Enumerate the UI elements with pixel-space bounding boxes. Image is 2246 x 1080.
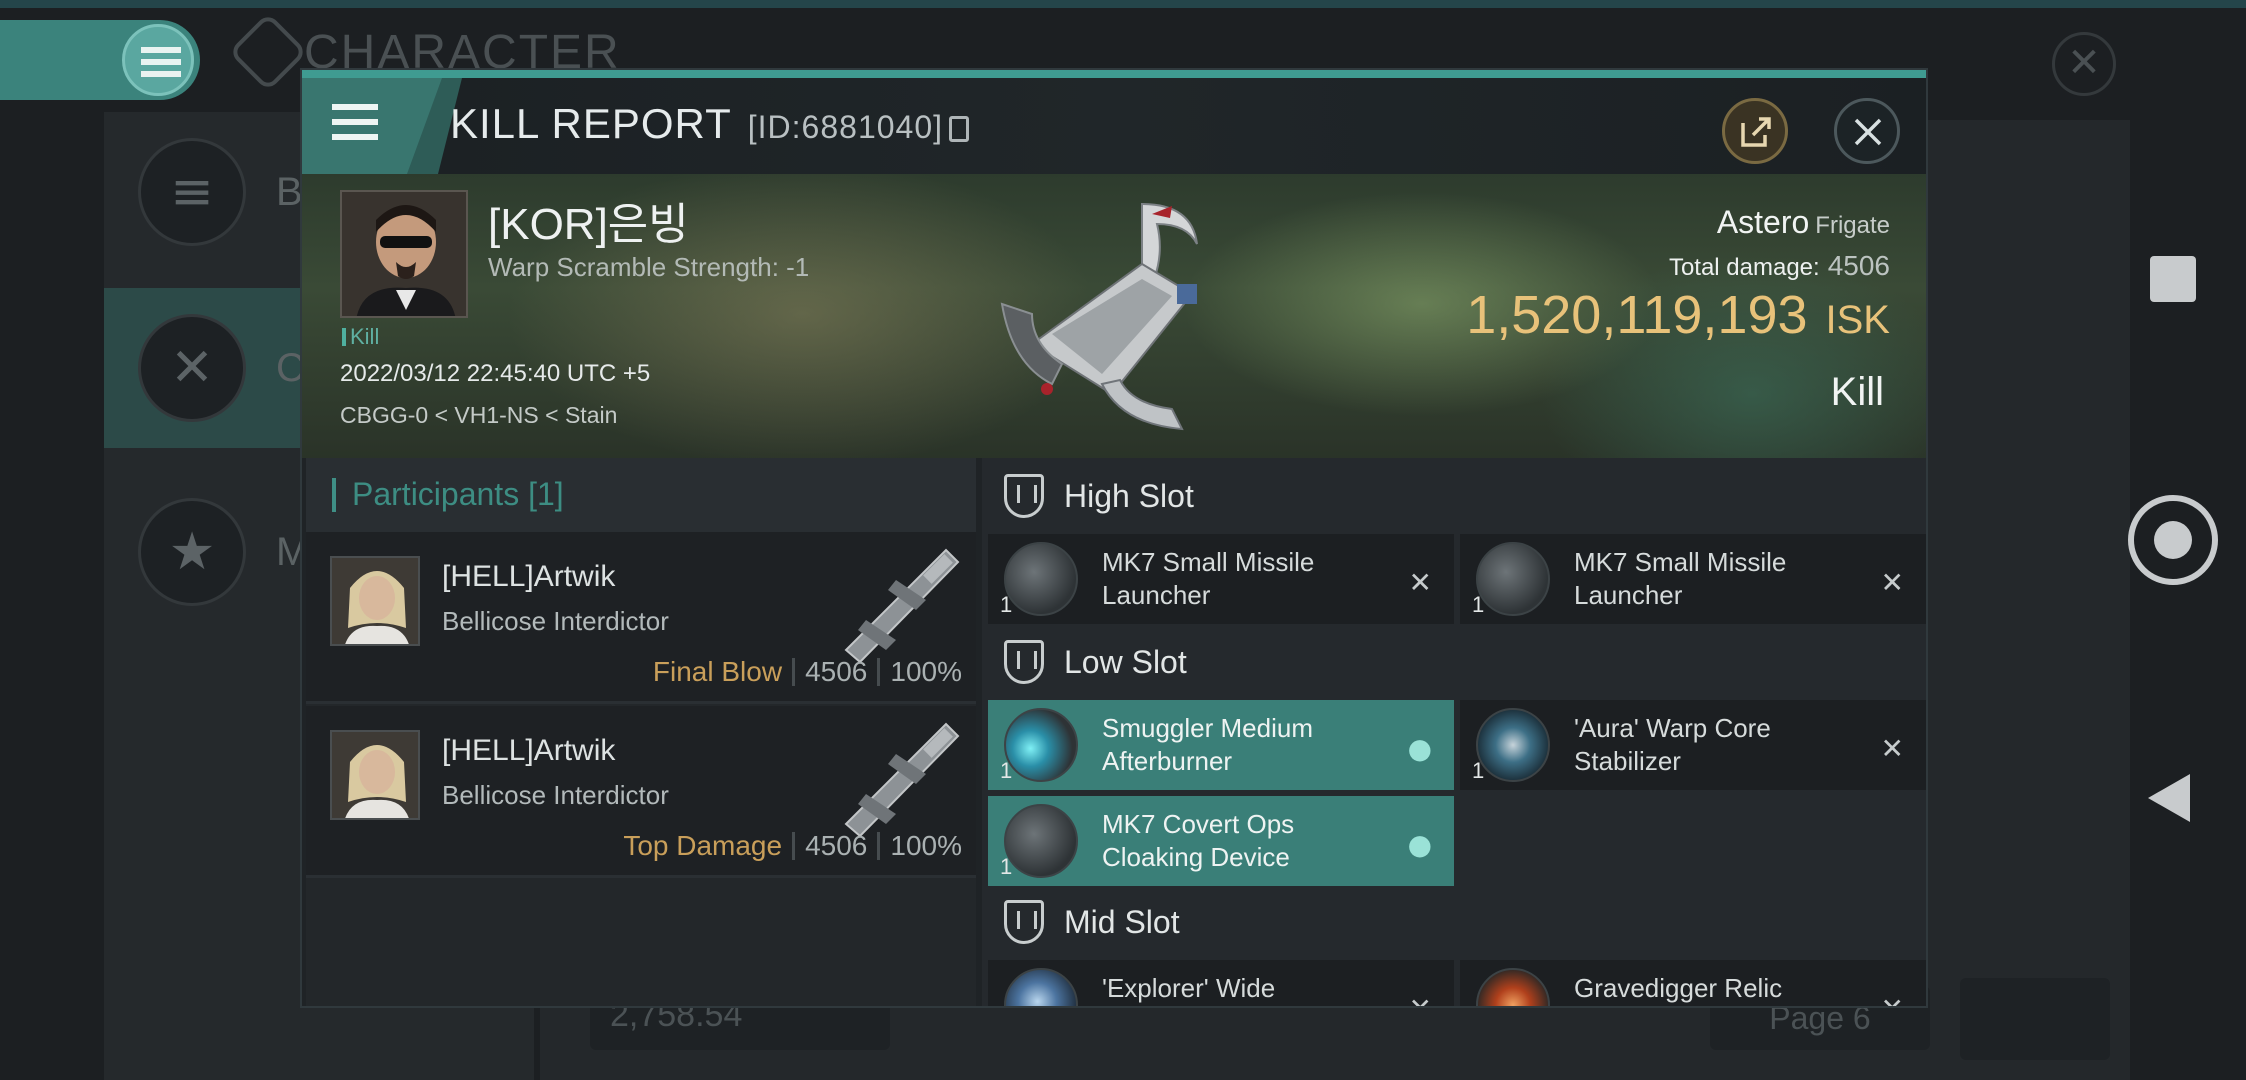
fitting-item[interactable]: 'Explorer' Wide ✕: [988, 960, 1454, 1006]
victim-banner: [KOR]은빙 Warp Scramble Strength: -1 Kill …: [302, 174, 1926, 458]
victim-ship-image: [1000, 202, 1198, 431]
participants-header: Participants [1]: [306, 458, 976, 532]
relic-analyzer-icon: [1476, 968, 1550, 1006]
mid-slot-header: Mid Slot: [982, 884, 1926, 960]
isk-loss: 1,520,119,193 ISK: [1466, 285, 1890, 345]
star-icon: ★: [138, 498, 246, 606]
fitting-item[interactable]: 1 'Aura' Warp Core Stabilizer ✕: [1460, 700, 1926, 790]
participant-row[interactable]: [HELL]Artwik Bellicose Interdictor Top D…: [306, 706, 976, 878]
kill-report-modal: KILL REPORT [ID:6881040] [KOR]은빙 Warp Sc…: [300, 68, 1928, 1008]
fitting-item[interactable]: 1 MK7 Small Missile Launcher ✕: [988, 534, 1454, 624]
participants-panel: Participants [1] [HELL]Artwik Bellicose …: [306, 458, 976, 1006]
home-button[interactable]: [2128, 495, 2218, 585]
fittings-panel: High Slot 1 MK7 Small Missile Launcher ✕…: [982, 458, 1926, 1006]
participant-row[interactable]: [HELL]Artwik Bellicose Interdictor Final…: [306, 532, 976, 704]
destroyed-icon: ✕: [1880, 566, 1904, 599]
app-root: CHARACTER ✕ ≡ Bio ✕ Co ★ Me 2,758.54 Pag…: [0, 0, 2246, 1080]
copy-icon[interactable]: [949, 116, 970, 142]
kill-location[interactable]: CBGG-0 < VH1-NS < Stain: [340, 402, 617, 429]
afterburner-icon: [1004, 708, 1078, 782]
participant-name: [HELL]Artwik: [442, 734, 616, 767]
warp-scramble-strength: Warp Scramble Strength: -1: [488, 252, 810, 282]
cloaking-device-icon: [1004, 804, 1078, 878]
high-slot-header: High Slot: [982, 458, 1926, 534]
destroyed-icon: ✕: [1880, 732, 1904, 765]
fitting-item[interactable]: Gravedigger Relic ✕: [1460, 960, 1926, 1006]
result-label: Kill: [1830, 370, 1884, 414]
share-button[interactable]: [1722, 98, 1788, 164]
total-damage: Total damage: 4506: [1668, 250, 1890, 281]
menu-icon: [122, 24, 194, 96]
character-icon: [228, 12, 308, 92]
modal-header: KILL REPORT [ID:6881040]: [302, 70, 1926, 174]
missile-launcher-icon: [1476, 542, 1550, 616]
victim-ship[interactable]: Astero Frigate: [1717, 204, 1890, 241]
main-menu-button[interactable]: [0, 20, 200, 100]
slot-icon: [1004, 900, 1044, 944]
participant-ship-image: [844, 548, 960, 664]
close-button[interactable]: [1834, 98, 1900, 164]
participant-avatar: [330, 556, 420, 646]
low-slot-header: Low Slot: [982, 624, 1926, 700]
slot-icon: [1004, 640, 1044, 684]
close-icon: [1854, 118, 1882, 146]
participant-ship: Bellicose Interdictor: [442, 780, 669, 810]
victim-name[interactable]: [KOR]은빙: [488, 188, 689, 252]
destroyed-icon: ✕: [1881, 992, 1904, 1006]
swords-icon: ✕: [138, 314, 246, 422]
dropped-person-icon: ●: [1407, 732, 1432, 765]
participant-stats: Final Blow 4506 100%: [652, 656, 962, 687]
share-icon: [1741, 117, 1771, 147]
kill-tag: Kill: [342, 324, 379, 350]
top-accent-line: [0, 0, 2246, 8]
participant-ship-image: [844, 722, 960, 838]
background-close-icon[interactable]: ✕: [2052, 32, 2116, 96]
destroyed-icon: ✕: [1408, 566, 1432, 599]
slot-icon: [1004, 474, 1044, 518]
destroyed-icon: ✕: [1409, 992, 1432, 1006]
list-icon: ≡: [138, 138, 246, 246]
kill-id: [ID:6881040]: [747, 109, 944, 145]
warp-core-stabilizer-icon: [1476, 708, 1550, 782]
participant-name: [HELL]Artwik: [442, 560, 616, 593]
missile-launcher-icon: [1004, 542, 1078, 616]
fitting-item[interactable]: 1 MK7 Covert Ops Cloaking Device ●: [988, 796, 1454, 886]
fitting-item[interactable]: 1 Smuggler Medium Afterburner ●: [988, 700, 1454, 790]
hamburger-icon: [332, 104, 378, 140]
fitting-item[interactable]: 1 MK7 Small Missile Launcher ✕: [1460, 534, 1926, 624]
participant-ship: Bellicose Interdictor: [442, 606, 669, 636]
participant-avatar: [330, 730, 420, 820]
kill-datetime: 2022/03/12 22:45:40 UTC +5: [340, 360, 651, 387]
filter-button[interactable]: [1960, 978, 2110, 1060]
recents-button[interactable]: [2150, 256, 2196, 302]
scanner-icon: [1004, 968, 1078, 1006]
dropped-person-icon: ●: [1407, 828, 1432, 861]
victim-avatar[interactable]: [340, 190, 468, 318]
participant-stats: Top Damage 4506 100%: [623, 830, 962, 861]
back-button[interactable]: [2148, 774, 2190, 822]
kill-report-title: KILL REPORT [ID:6881040]: [450, 100, 970, 148]
